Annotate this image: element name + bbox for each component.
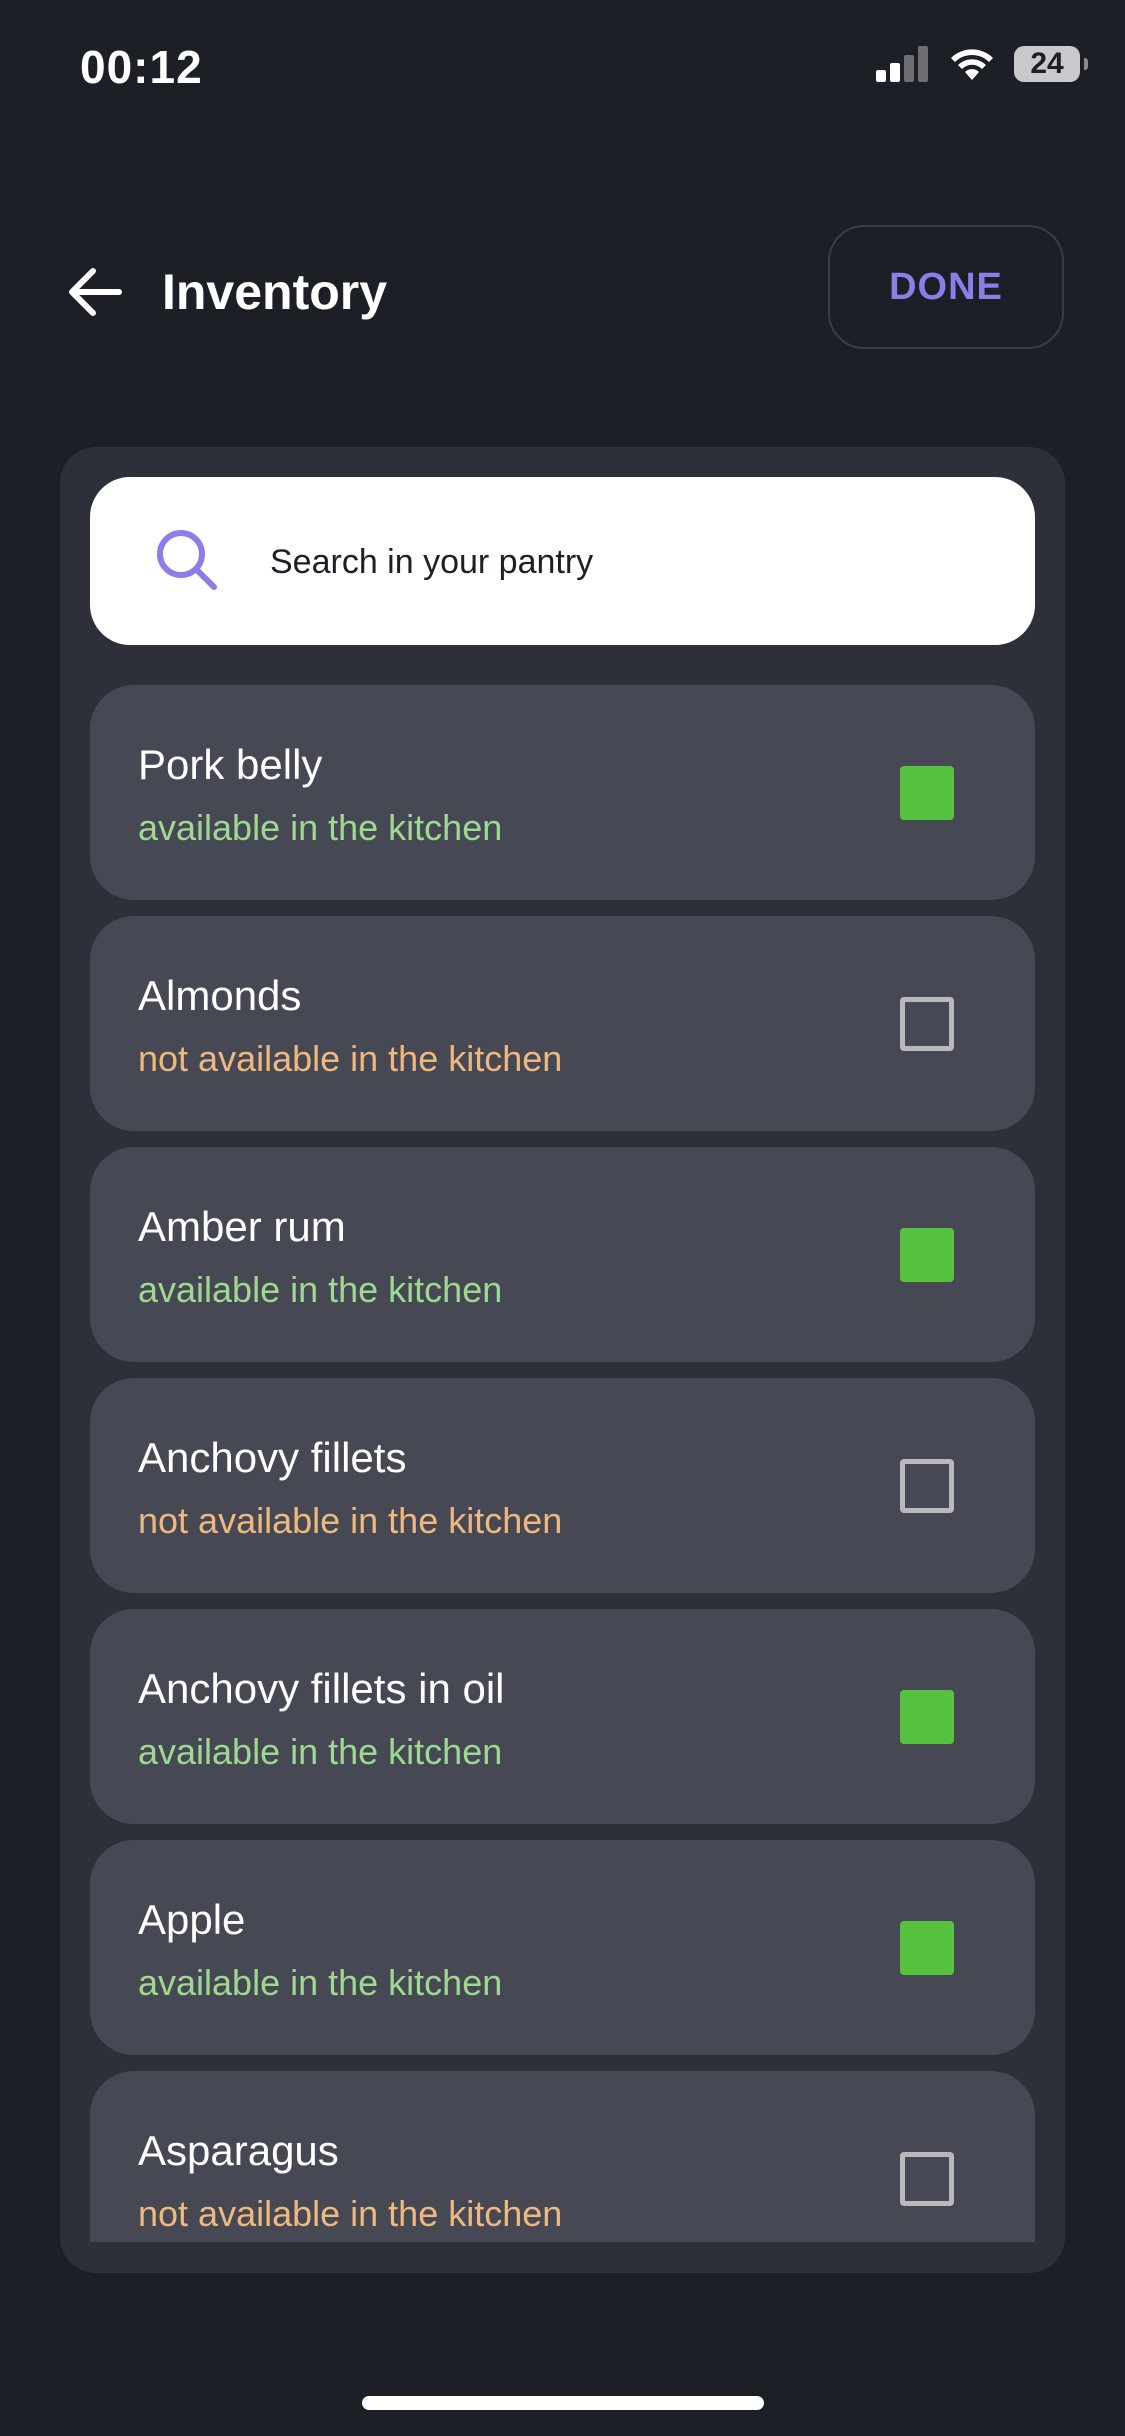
item-name: Anchovy fillets: [138, 1434, 407, 1481]
item-status: not available in the kitchen: [138, 1500, 563, 1541]
item-name: Pork belly: [138, 741, 323, 788]
status-time: 00:12: [80, 41, 203, 93]
search-icon: [157, 530, 217, 590]
list-item[interactable]: Apple available in the kitchen: [90, 1840, 1035, 2055]
item-name: Anchovy fillets in oil: [138, 1665, 505, 1712]
item-status: available in the kitchen: [138, 1962, 503, 2003]
availability-checkbox[interactable]: [900, 997, 954, 1051]
item-status: not available in the kitchen: [138, 1038, 563, 1079]
battery-icon: 24: [1014, 46, 1088, 82]
ingredient-list: Pork belly available in the kitchen Almo…: [90, 685, 1035, 2242]
item-name: Apple: [138, 1896, 246, 1943]
signal-icon: [876, 46, 928, 82]
inventory-screen: 00:12 24 Inventory DONE Search in your p…: [0, 0, 1125, 2436]
home-indicator[interactable]: [362, 2396, 764, 2410]
arrow-left-icon: [69, 268, 122, 316]
battery-level: 24: [1030, 47, 1064, 80]
list-item[interactable]: Asparagus not available in the kitchen: [90, 2071, 1035, 2242]
item-status: available in the kitchen: [138, 807, 503, 848]
list-item[interactable]: Anchovy fillets in oil available in the …: [90, 1609, 1035, 1824]
item-name: Amber rum: [138, 1203, 346, 1250]
list-item[interactable]: Pork belly available in the kitchen: [90, 685, 1035, 900]
status-icons: 24: [876, 46, 1088, 82]
availability-checkbox[interactable]: [900, 1228, 954, 1282]
battery-nub: [1084, 58, 1088, 70]
availability-checkbox[interactable]: [900, 2152, 954, 2206]
list-item[interactable]: Anchovy fillets not available in the kit…: [90, 1378, 1035, 1593]
list-item[interactable]: Amber rum available in the kitchen: [90, 1147, 1035, 1362]
availability-checkbox[interactable]: [900, 766, 954, 820]
inventory-panel: Pork belly available in the kitchen Almo…: [60, 447, 1065, 2273]
search-box[interactable]: [90, 477, 1035, 645]
status-bar: 00:12 24: [0, 0, 1125, 140]
header: Inventory DONE: [0, 225, 1125, 355]
item-name: Almonds: [138, 972, 302, 1019]
item-status: available in the kitchen: [138, 1269, 503, 1310]
availability-checkbox[interactable]: [900, 1690, 954, 1744]
list-item[interactable]: Almonds not available in the kitchen: [90, 916, 1035, 1131]
availability-checkbox[interactable]: [900, 1921, 954, 1975]
page-title: Inventory: [162, 264, 388, 320]
back-button[interactable]: [60, 257, 130, 327]
wifi-icon: [951, 49, 993, 80]
item-name: Asparagus: [138, 2127, 339, 2174]
item-status: available in the kitchen: [138, 1731, 503, 1772]
done-button[interactable]: DONE: [828, 225, 1064, 349]
availability-checkbox[interactable]: [900, 1459, 954, 1513]
search-input[interactable]: [268, 517, 992, 607]
item-status: not available in the kitchen: [138, 2193, 563, 2234]
